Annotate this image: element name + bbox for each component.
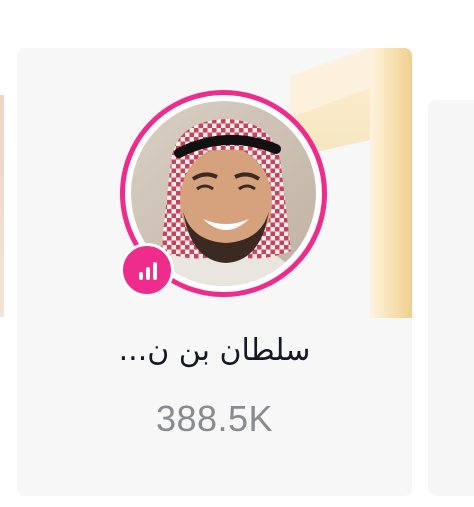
avatar[interactable]: [120, 90, 327, 297]
creator-rank-card[interactable]: سلطان بن ن... 388.5K: [17, 48, 412, 496]
previous-card-peek[interactable]: [0, 95, 4, 317]
follower-count: 388.5K: [155, 398, 274, 439]
live-bars-icon: [139, 262, 157, 280]
creator-name: سلطان بن ن...: [118, 333, 311, 368]
next-card-peek[interactable]: [428, 100, 474, 496]
live-badge: [120, 243, 174, 297]
ranking-carousel: سلطان بن ن... 388.5K: [0, 0, 474, 507]
